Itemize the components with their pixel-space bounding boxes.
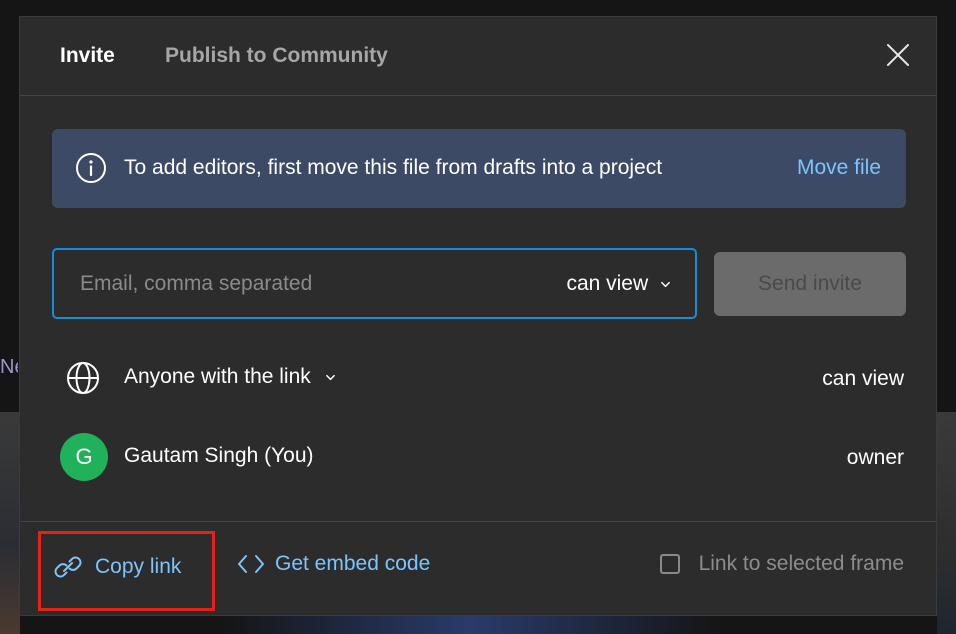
chevron-down-icon — [325, 374, 335, 381]
copy-link-highlight — [38, 531, 215, 611]
close-icon — [887, 44, 909, 66]
globe-icon — [67, 362, 99, 394]
send-invite-button[interactable]: Send invite — [714, 252, 906, 316]
user-name: Gautam Singh (You) — [124, 444, 314, 467]
link-to-selected-frame-label[interactable]: Link to selected frame — [699, 552, 904, 576]
dialog-tabs: Invite Publish to Community — [20, 17, 936, 96]
avatar: G — [60, 433, 108, 481]
link-permission[interactable]: can view — [822, 367, 904, 391]
move-file-banner: To add editors, first move this file fro… — [52, 129, 906, 208]
link-access-label: Anyone with the link — [124, 365, 311, 388]
background-card-bottom — [220, 616, 720, 634]
link-to-selected-frame-checkbox[interactable] — [659, 554, 680, 574]
get-embed-code-label: Get embed code — [275, 552, 431, 575]
link-access-row: Anyone with the link can view — [20, 353, 936, 403]
background-card-left — [0, 412, 20, 634]
invite-email-field: can view — [52, 248, 697, 319]
invite-permission-label: can view — [566, 272, 649, 295]
invite-permission-dropdown[interactable]: can view — [566, 272, 671, 296]
code-icon — [238, 555, 264, 573]
background-text: Ne — [0, 356, 18, 378]
link-access-dropdown[interactable]: Anyone with the link — [124, 365, 336, 389]
close-button[interactable] — [886, 43, 910, 67]
get-embed-code-button[interactable]: Get embed code — [237, 552, 430, 576]
email-input[interactable] — [78, 268, 522, 300]
tab-invite[interactable]: Invite — [60, 44, 115, 68]
background-card-right — [937, 412, 956, 634]
chevron-down-icon — [661, 281, 670, 288]
tab-publish-to-community[interactable]: Publish to Community — [165, 44, 388, 68]
user-access-row: G Gautam Singh (You) owner — [20, 432, 936, 482]
banner-message: To add editors, first move this file fro… — [124, 156, 663, 179]
link-to-selected-frame-option: Link to selected frame — [659, 552, 904, 576]
user-role: owner — [846, 446, 904, 469]
share-dialog: Invite Publish to Community To add edito… — [19, 16, 937, 616]
move-file-link[interactable]: Move file — [797, 156, 881, 180]
info-icon — [76, 153, 106, 183]
